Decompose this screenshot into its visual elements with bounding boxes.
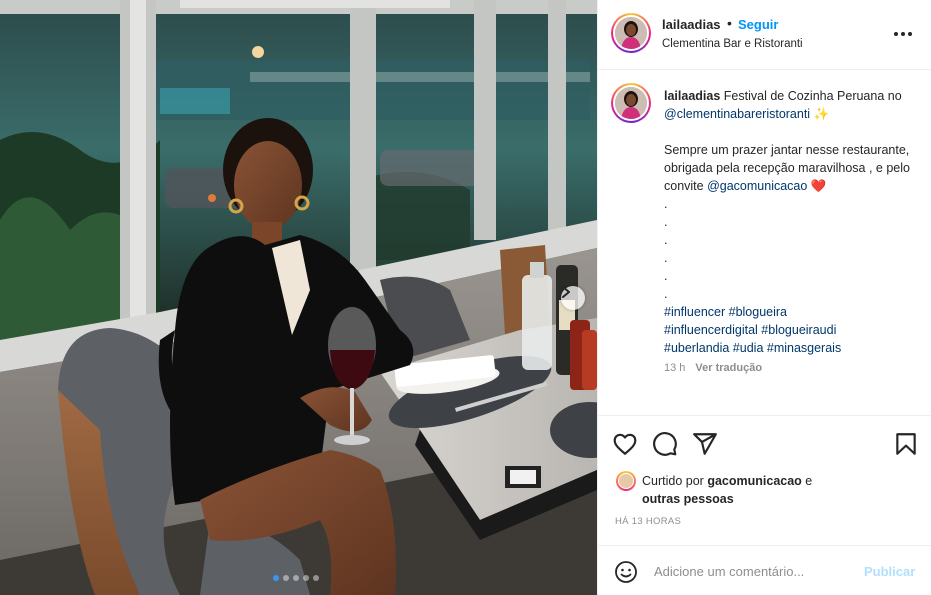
post-actions: Curtido por gacomunicacao e outras pesso…	[598, 415, 931, 545]
caption-text: lailaadias Festival de Cozinha Peruana n…	[664, 87, 914, 377]
caption-dot: .	[664, 287, 668, 301]
instagram-post: lailaadias • Seguir Clementina Bar e Ris…	[0, 0, 931, 595]
hashtag-line[interactable]: #influencerdigital #blogueiraudi	[664, 321, 914, 339]
post-location[interactable]: Clementina Bar e Ristoranti	[662, 38, 803, 50]
liker-username[interactable]: gacomunicacao	[707, 474, 801, 488]
sparkle-emoji: ✨	[813, 107, 830, 121]
translate-button[interactable]: Ver tradução	[695, 359, 762, 377]
photo-scene	[0, 0, 597, 595]
profile-picture-icon	[615, 87, 647, 119]
post-side-panel: lailaadias • Seguir Clementina Bar e Ris…	[597, 0, 931, 595]
chevron-right-icon	[562, 286, 570, 298]
likes-summary: Curtido por gacomunicacao e outras pesso…	[642, 472, 912, 508]
avatar[interactable]	[611, 13, 651, 53]
likes-conjunction: e	[805, 474, 813, 488]
caption-intro: Festival de Cozinha Peruana no	[723, 89, 902, 103]
post-author-username[interactable]: lailaadias	[662, 17, 721, 32]
caption-section: lailaadias Festival de Cozinha Peruana n…	[598, 71, 931, 415]
post-photo[interactable]	[0, 0, 597, 595]
comment-icon[interactable]	[652, 431, 678, 457]
likes-others[interactable]: outras pessoas	[642, 492, 734, 506]
carousel-dot	[273, 575, 279, 581]
caption-avatar[interactable]	[611, 83, 651, 123]
carousel-dot	[303, 575, 309, 581]
caption-dot: .	[664, 233, 668, 247]
publish-button[interactable]: Publicar	[864, 564, 915, 579]
comment-input[interactable]	[654, 560, 854, 582]
carousel-dot	[313, 575, 319, 581]
caption-dot: .	[664, 197, 668, 211]
caption-meta: 13 h Ver tradução	[664, 359, 914, 377]
more-horizontal-icon	[894, 32, 898, 36]
carousel-indicator	[273, 575, 319, 581]
caption-username[interactable]: lailaadias	[664, 89, 720, 103]
carousel-next-button[interactable]	[561, 286, 585, 310]
emoji-icon[interactable]	[614, 560, 638, 584]
carousel-dot	[293, 575, 299, 581]
liker-avatar[interactable]	[616, 471, 636, 491]
caption-dot: .	[664, 215, 668, 229]
hashtag-line[interactable]: #influencer #blogueira	[664, 303, 914, 321]
bookmark-icon[interactable]	[893, 431, 919, 457]
profile-picture-icon	[615, 17, 647, 49]
separator-bullet: •	[727, 15, 732, 31]
caption-dot: .	[664, 251, 668, 265]
follow-button[interactable]: Seguir	[738, 17, 778, 32]
post-timestamp[interactable]: HÁ 13 HORAS	[615, 516, 681, 527]
caption-dot: .	[664, 269, 668, 283]
mention-link[interactable]: @gacomunicacao	[707, 179, 807, 193]
caption-time: 13 h	[664, 362, 686, 374]
mention-link[interactable]: @clementinabareristoranti	[664, 107, 810, 121]
likes-prefix: Curtido por	[642, 474, 704, 488]
send-icon[interactable]	[692, 431, 718, 457]
comment-bar: Publicar	[598, 545, 931, 595]
hashtag-line[interactable]: #uberlandia #udia #minasgerais	[664, 339, 914, 357]
post-header: lailaadias • Seguir Clementina Bar e Ris…	[598, 0, 931, 70]
carousel-dot	[283, 575, 289, 581]
more-options-button[interactable]	[894, 28, 918, 40]
heart-emoji: ❤️	[810, 179, 827, 193]
heart-icon[interactable]	[612, 431, 638, 457]
